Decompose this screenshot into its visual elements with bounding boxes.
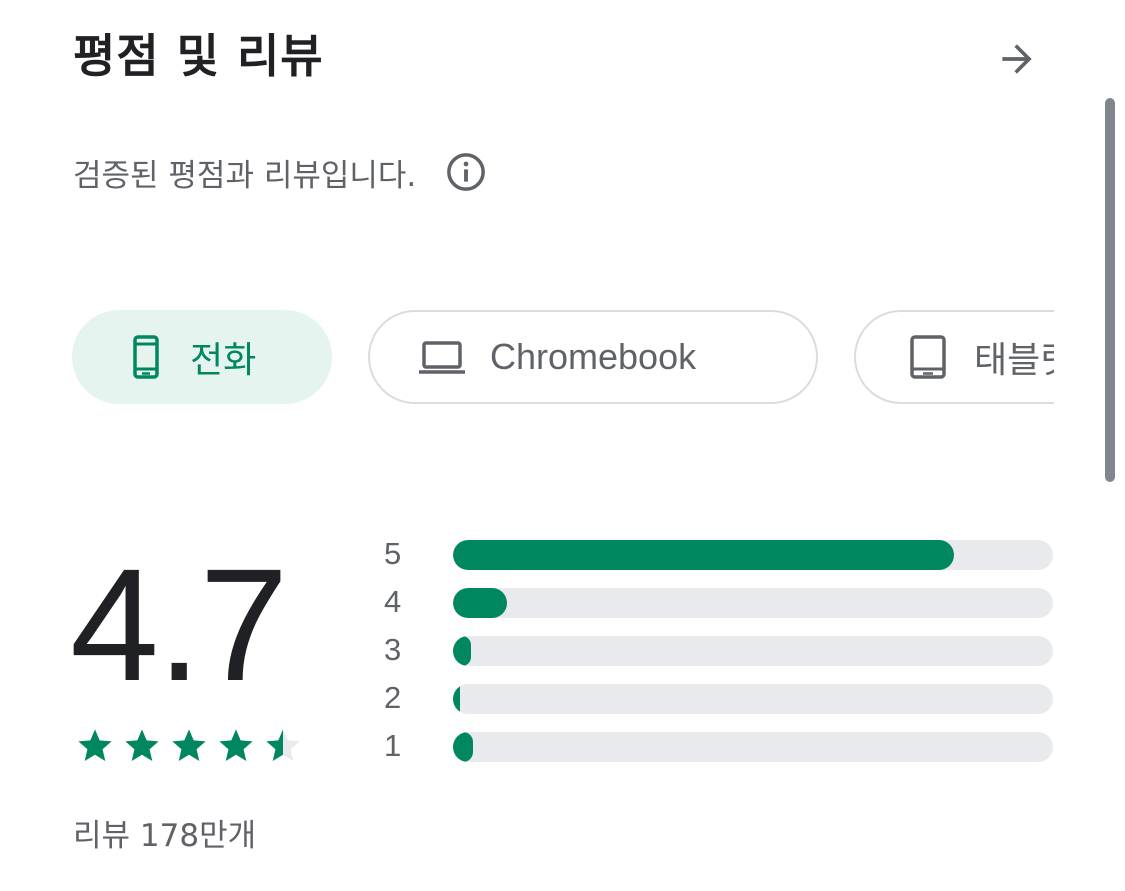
tab-tablet-label: 태블릿 — [974, 339, 1054, 380]
rating-bar-track — [453, 588, 1053, 618]
rating-bar-track — [453, 684, 1053, 714]
tab-chromebook-label: Chromebook — [490, 336, 697, 377]
rating-bar-row: 3 — [380, 634, 1053, 682]
rating-distribution: 5 4 3 2 1 — [380, 538, 1053, 778]
verified-notice-text: 검증된 평점과 리뷰입니다. — [73, 157, 417, 194]
scrollbar[interactable] — [1105, 98, 1115, 482]
rating-bar-fill — [453, 684, 460, 714]
tablet-icon — [908, 334, 948, 380]
arrow-right-icon — [1002, 44, 1032, 74]
rating-bar-track — [453, 732, 1053, 762]
tab-phone[interactable]: 전화 — [72, 310, 332, 404]
rating-bar-label: 1 — [384, 728, 402, 763]
rating-bar-fill — [453, 540, 954, 570]
device-tabs: 전화 Chromebook 태블릿 — [72, 308, 1054, 408]
star-icon — [172, 729, 206, 761]
star-icon — [219, 729, 253, 761]
tab-tablet[interactable]: 태블릿 — [854, 310, 1054, 404]
rating-bar-row: 5 — [380, 538, 1053, 586]
rating-bar-label: 4 — [384, 584, 402, 619]
see-all-reviews-button[interactable] — [990, 32, 1044, 86]
rating-bar-fill — [453, 588, 507, 618]
rating-bar-row: 2 — [380, 682, 1053, 730]
rating-bar-fill — [453, 732, 473, 762]
star-icon — [125, 729, 159, 761]
rating-bar-label: 5 — [384, 536, 402, 571]
rating-bar-row: 1 — [380, 730, 1053, 778]
rating-bar-row: 4 — [380, 586, 1053, 634]
info-button[interactable] — [444, 150, 488, 194]
laptop-icon — [418, 337, 466, 377]
star-rating — [74, 726, 304, 766]
info-icon — [447, 153, 486, 191]
rating-bar-label: 3 — [384, 632, 402, 667]
average-rating: 4.7 — [70, 535, 288, 714]
review-count: 리뷰 178만개 — [73, 818, 257, 854]
star-icon — [78, 729, 112, 761]
rating-bar-track — [453, 636, 1053, 666]
verified-notice: 검증된 평점과 리뷰입니다. — [73, 148, 488, 196]
half-star-icon — [266, 729, 300, 761]
section-title: 평점 및 리뷰 — [73, 29, 324, 83]
phone-icon — [126, 334, 166, 380]
rating-bar-track — [453, 540, 1053, 570]
rating-bar-fill — [453, 636, 471, 666]
tab-phone-label: 전화 — [190, 339, 257, 380]
rating-bar-label: 2 — [384, 680, 402, 715]
tab-chromebook[interactable]: Chromebook — [368, 310, 818, 404]
